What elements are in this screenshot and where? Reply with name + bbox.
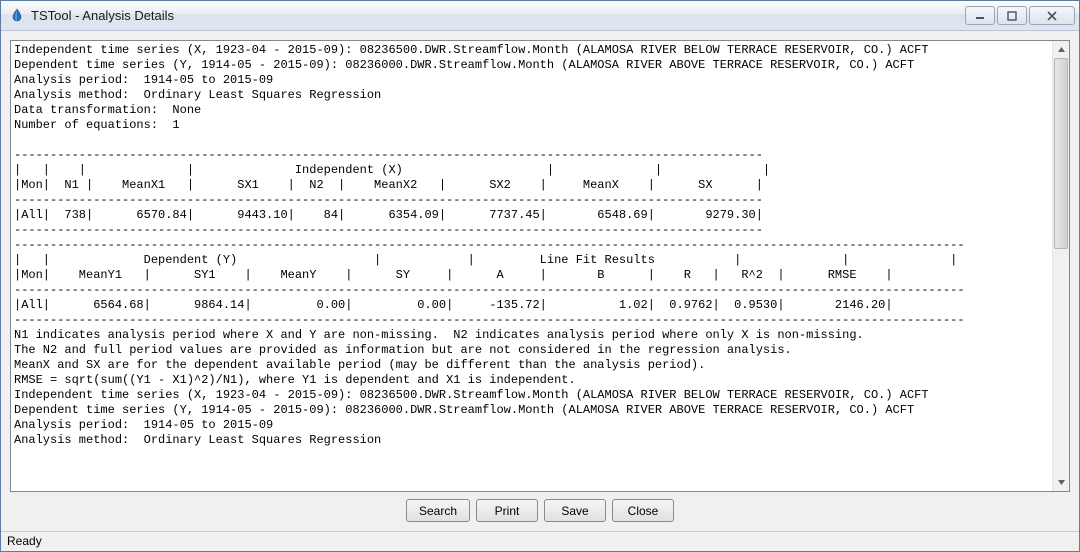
analysis-text-container: Independent time series (X, 1923-04 - 20…: [10, 40, 1070, 492]
app-icon: [9, 8, 25, 24]
minimize-button[interactable]: [965, 6, 995, 25]
titlebar[interactable]: TSTool - Analysis Details: [1, 1, 1079, 31]
status-text: Ready: [7, 534, 42, 548]
scroll-up-arrow-icon[interactable]: [1053, 41, 1069, 58]
analysis-text: Independent time series (X, 1923-04 - 20…: [14, 43, 1049, 448]
scrollbar-thumb[interactable]: [1054, 58, 1068, 249]
scroll-down-arrow-icon[interactable]: [1053, 474, 1069, 491]
button-row: Search Print Save Close: [10, 492, 1070, 527]
scrollbar-track[interactable]: [1053, 58, 1069, 474]
status-bar: Ready: [1, 531, 1079, 551]
search-button[interactable]: Search: [406, 499, 470, 522]
analysis-text-viewport[interactable]: Independent time series (X, 1923-04 - 20…: [11, 41, 1052, 491]
client-area: Independent time series (X, 1923-04 - 20…: [1, 31, 1079, 531]
close-button[interactable]: Close: [612, 499, 674, 522]
print-button[interactable]: Print: [476, 499, 538, 522]
window-controls: [963, 6, 1075, 25]
close-window-button[interactable]: [1029, 6, 1075, 25]
window-title: TSTool - Analysis Details: [31, 8, 963, 23]
save-button[interactable]: Save: [544, 499, 606, 522]
maximize-button[interactable]: [997, 6, 1027, 25]
window-frame: TSTool - Analysis Details Independent ti…: [0, 0, 1080, 552]
vertical-scrollbar[interactable]: [1052, 41, 1069, 491]
